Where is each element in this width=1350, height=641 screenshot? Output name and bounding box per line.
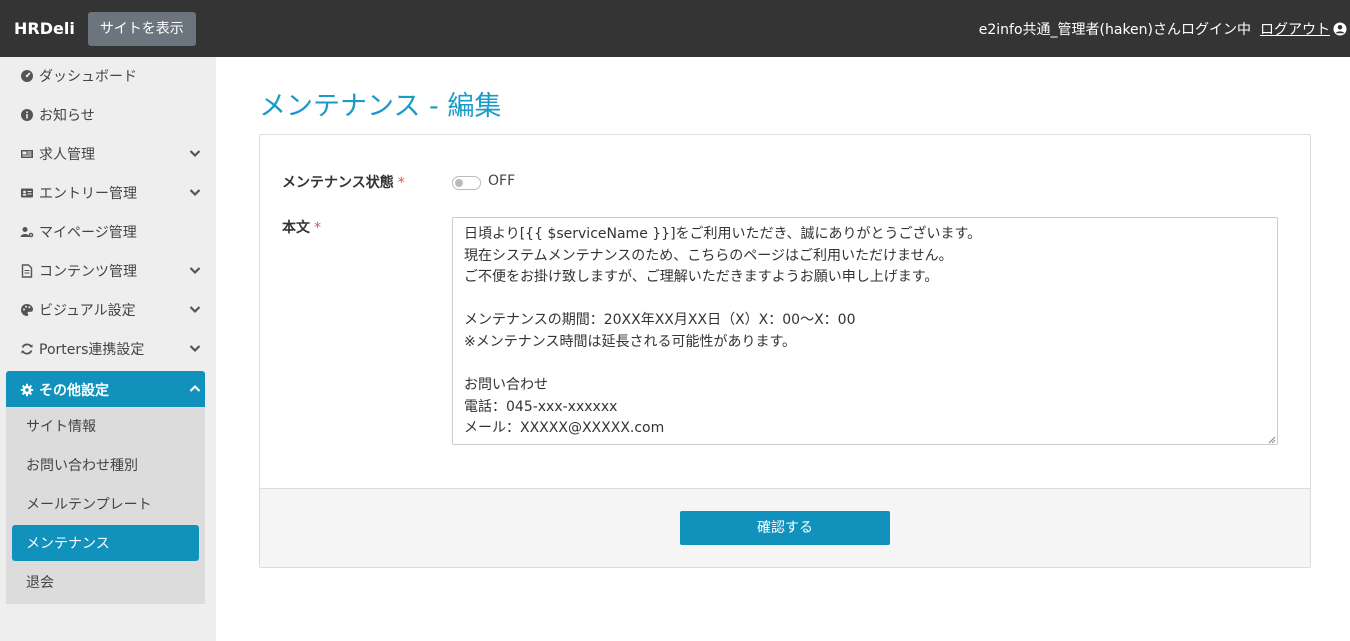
sidebar-item-label: コンテンツ管理 xyxy=(39,263,137,280)
newspaper-icon xyxy=(21,149,33,158)
chevron-down-icon xyxy=(189,267,201,275)
sidebar-item-label: マイページ管理 xyxy=(39,224,137,241)
submenu-item-site-info[interactable]: サイト情報 xyxy=(12,408,199,444)
body-textarea[interactable]: 日頃より[{{ $serviceName }}]をご利用いただき、誠にありがとう… xyxy=(452,217,1278,445)
toggle-state-label: OFF xyxy=(488,173,516,189)
brand-logo[interactable]: HRDeli xyxy=(14,19,75,38)
file-icon xyxy=(21,263,33,278)
sidebar-item-label: ビジュアル設定 xyxy=(39,302,136,319)
submenu-item-mail-templates[interactable]: メールテンプレート xyxy=(12,486,199,522)
body-label: 本文 * xyxy=(282,217,321,237)
palette-icon xyxy=(21,303,33,316)
sidebar-item-label: Porters連携設定 xyxy=(39,341,145,358)
sidebar-item-label: ダッシュボード xyxy=(39,68,137,85)
maintenance-status-toggle[interactable] xyxy=(452,176,481,190)
sidebar-item-label: その他設定 xyxy=(39,382,109,399)
logout-link[interactable]: ログアウト xyxy=(1260,19,1330,39)
sidebar-item-contents[interactable]: コンテンツ管理 xyxy=(6,252,205,289)
sidebar: ダッシュボード お知らせ 求人管理 エントリー管理 マイページ管理 コンテンツ管… xyxy=(0,57,216,641)
sync-icon xyxy=(21,343,33,354)
dashboard-icon xyxy=(21,69,33,82)
resize-handle-icon[interactable] xyxy=(1267,435,1276,444)
login-status-text: e2info共通_管理者(haken)さんログイン中 xyxy=(978,21,1251,38)
user-circle-icon[interactable] xyxy=(1333,22,1347,36)
user-area: e2info共通_管理者(haken)さんログイン中 ログアウト xyxy=(979,0,1347,57)
sidebar-item-label: エントリー管理 xyxy=(39,185,137,202)
submenu-item-withdrawal[interactable]: 退会 xyxy=(12,564,199,600)
body-label-text: 本文 xyxy=(282,220,310,236)
sidebar-item-jobs[interactable]: 求人管理 xyxy=(6,135,205,172)
chevron-up-icon xyxy=(189,384,201,392)
sidebar-item-porters[interactable]: Porters連携設定 xyxy=(6,330,205,367)
sidebar-item-label: お知らせ xyxy=(39,107,95,124)
sidebar-item-label: 求人管理 xyxy=(39,146,95,163)
submenu-item-maintenance[interactable]: メンテナンス xyxy=(12,525,199,561)
gear-icon xyxy=(20,383,34,396)
submenu-item-inquiry-types[interactable]: お問い合わせ種別 xyxy=(12,447,199,483)
required-mark: * xyxy=(397,175,405,191)
toggle-knob xyxy=(455,179,463,187)
chevron-down-icon xyxy=(189,345,201,353)
top-navbar: HRDeli サイトを表示 e2info共通_管理者(haken)さんログイン中… xyxy=(0,0,1350,57)
sidebar-item-news[interactable]: お知らせ xyxy=(6,96,205,133)
maintenance-form-card: メンテナンス状態 * OFF 本文 * 日頃より[{{ $serviceName }… xyxy=(259,134,1311,568)
user-cog-icon xyxy=(20,226,34,237)
sidebar-item-visual[interactable]: ビジュアル設定 xyxy=(6,291,205,328)
page-title: メンテナンス - 編集 xyxy=(259,91,502,122)
confirm-button[interactable]: 確認する xyxy=(680,511,890,545)
sidebar-item-mypage[interactable]: マイページ管理 xyxy=(6,213,205,250)
required-mark: * xyxy=(314,220,321,236)
id-card-icon xyxy=(21,188,33,197)
maintenance-status-label: メンテナンス状態 * xyxy=(282,172,405,192)
maintenance-status-label-text: メンテナンス状態 xyxy=(282,175,394,191)
chevron-down-icon xyxy=(189,189,201,197)
sidebar-item-entries[interactable]: エントリー管理 xyxy=(6,174,205,211)
chevron-down-icon xyxy=(189,306,201,314)
sidebar-item-dashboard[interactable]: ダッシュボード xyxy=(6,57,205,94)
form-footer: 確認する xyxy=(260,488,1310,567)
chevron-down-icon xyxy=(189,150,201,158)
info-icon xyxy=(21,108,33,121)
view-site-button[interactable]: サイトを表示 xyxy=(87,11,196,46)
sidebar-item-other-settings[interactable]: その他設定 xyxy=(6,371,205,408)
